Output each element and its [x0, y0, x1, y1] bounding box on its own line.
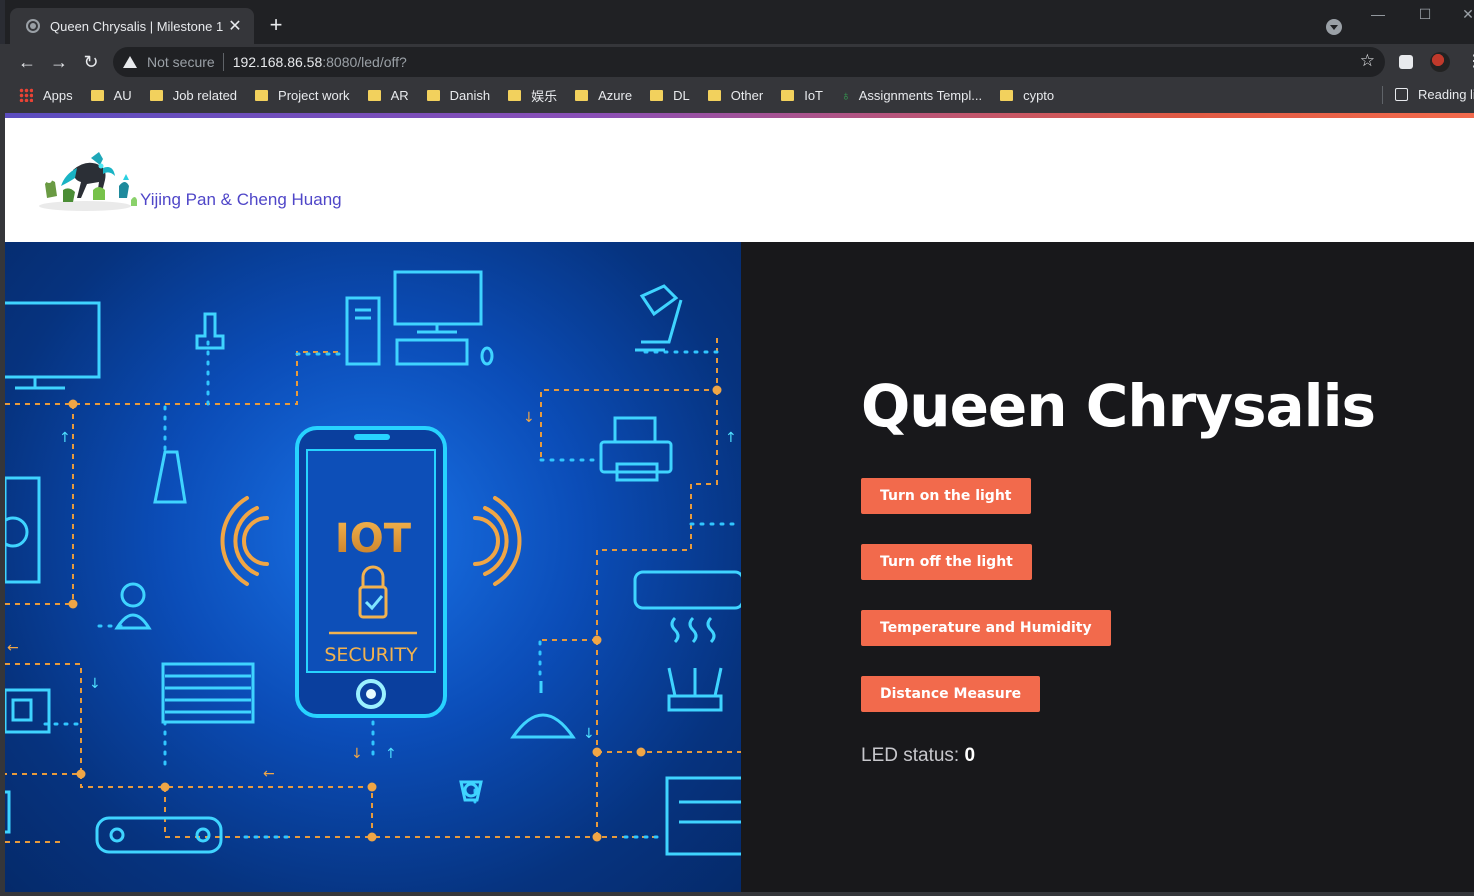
url-path[interactable]: :8080/led/off? — [322, 54, 407, 70]
temperature-humidity-button[interactable]: Temperature and Humidity — [861, 610, 1111, 646]
svg-text:↓: ↓ — [523, 410, 535, 426]
folder-icon — [508, 89, 522, 101]
bookmark-label: Azure — [598, 87, 633, 103]
bookmark-project-work[interactable]: Project work — [255, 88, 350, 103]
turn-off-light-button[interactable]: Turn off the light — [861, 544, 1032, 580]
folder-icon — [1000, 89, 1014, 101]
bookmark-item-6[interactable]: 娱乐 — [508, 86, 557, 105]
security-label[interactable]: Not secure — [147, 54, 215, 70]
navbar-brand[interactable]: Yijing Pan & Cheng Huang — [33, 150, 342, 212]
bookmark-cypto[interactable]: cypto — [1000, 88, 1054, 103]
folder-icon — [149, 89, 163, 101]
bookmark-label: cypto — [1023, 87, 1055, 103]
distance-measure-button[interactable]: Distance Measure — [861, 676, 1041, 712]
bookmark-label: Danish — [449, 87, 491, 103]
bookmark-danish[interactable]: Danish — [426, 87, 491, 103]
back-button[interactable]: ← — [15, 50, 39, 74]
site-header: Yijing Pan & Cheng Huang — [5, 118, 1474, 242]
address-bar[interactable]: Not secure 192.168.86.58:8080/led/off? ☆ — [113, 47, 1385, 77]
folder-icon — [367, 89, 381, 101]
turn-on-light-button[interactable]: Turn on the light — [861, 478, 1031, 514]
bookmark-label: AU — [113, 87, 132, 103]
maximize-button[interactable]: ☐ — [1415, 6, 1435, 23]
tab-active[interactable]: Queen Chrysalis | Milestone 1 ✕ — [10, 8, 254, 44]
browser-toolbar: ← → ↻ Not secure 192.168.86.58:8080/led/… — [0, 44, 1474, 80]
bookmarks-divider — [1382, 86, 1383, 104]
leaf-icon: ♁ — [841, 87, 851, 103]
reading-list-button[interactable]: Reading list — [1395, 87, 1474, 102]
bookmark-label: Apps — [43, 87, 73, 103]
bookmark-ar[interactable]: AR — [367, 87, 409, 103]
iot-security-illustration: IOT SECURITY ↑ ↑ ↓ ↓ ↓ ↑ ↓ ← ← — [5, 242, 741, 892]
bookmarks-bar: Apps AU Job related Project work AR Danish 娱乐 A… — [0, 80, 1474, 110]
close-window-button[interactable]: ✕ — [1458, 6, 1474, 23]
bookmark-star-icon[interactable]: ☆ — [1360, 51, 1375, 71]
bookmark-label: Project work — [278, 87, 350, 103]
bookmark-other[interactable]: Other — [707, 87, 764, 103]
hero-content: Queen Chrysalis Turn on the light Turn o… — [861, 242, 1461, 892]
svg-text:↑: ↑ — [725, 430, 737, 446]
hero-section: IOT SECURITY ↑ ↑ ↓ ↓ ↓ ↑ ↓ ← ← Queen Chr… — [5, 242, 1474, 892]
svg-text:↓: ↓ — [351, 746, 363, 762]
bookmark-azure[interactable]: Azure — [575, 88, 632, 103]
bookmark-au[interactable]: AU — [90, 87, 132, 103]
bookmark-job-related[interactable]: Job related — [149, 87, 238, 103]
apps-grid-icon — [19, 88, 33, 102]
url-host[interactable]: 192.168.86.58 — [233, 54, 323, 70]
reload-button[interactable]: ↻ — [79, 50, 103, 74]
bookmark-label: Job related — [172, 87, 238, 103]
folder-icon — [707, 89, 721, 101]
forward-button[interactable]: → — [47, 50, 71, 74]
iot-circuit-graphic: IOT SECURITY ↑ ↑↓ ↓↓ ↑ ↓←← — [5, 270, 741, 856]
bookmark-iot[interactable]: IoT — [781, 88, 823, 103]
folder-icon — [650, 89, 664, 101]
svg-text:↓: ↓ — [89, 676, 101, 692]
iot-label: IOT — [335, 516, 412, 562]
tab-close-icon[interactable]: ✕ — [226, 16, 244, 36]
minimize-button[interactable]: — — [1368, 6, 1388, 22]
security-label-graphic: SECURITY — [324, 644, 418, 666]
tab-title: Queen Chrysalis | Milestone 1 — [50, 18, 224, 34]
folder-icon — [781, 89, 795, 101]
led-status: LED status: 0 — [861, 745, 975, 767]
browser-menu-icon[interactable]: ⋮ — [1466, 51, 1474, 70]
svg-text:←: ← — [7, 640, 19, 656]
hero-title: Queen Chrysalis — [861, 372, 1376, 440]
extensions-puzzle-icon[interactable] — [1399, 55, 1413, 69]
reading-list-label: Reading list — [1418, 87, 1474, 102]
svg-text:↑: ↑ — [385, 746, 397, 762]
bookmark-label: IoT — [804, 87, 824, 103]
bookmark-apps[interactable]: Apps — [19, 88, 73, 103]
bookmark-label: Assignments Templ... — [858, 87, 983, 103]
globe-icon — [26, 19, 40, 33]
bookmark-label: Other — [730, 87, 764, 103]
window-edge — [0, 0, 5, 44]
folder-icon — [90, 89, 104, 101]
bookmark-assignments-templ[interactable]: ♁ Assignments Templ... — [841, 88, 982, 103]
svg-text:↓: ↓ — [583, 726, 595, 742]
folder-icon — [575, 89, 589, 101]
folder-icon — [426, 89, 440, 101]
bookmark-label: DL — [673, 87, 690, 103]
brand-name: Yijing Pan & Cheng Huang — [140, 190, 342, 209]
omnibox-divider — [222, 53, 224, 71]
svg-text:↑: ↑ — [59, 430, 71, 446]
bookmark-label: 娱乐 — [531, 88, 558, 104]
bookmark-dl[interactable]: DL — [650, 88, 690, 103]
bookmark-label: AR — [390, 87, 409, 103]
pony-logo-icon — [39, 152, 137, 211]
profile-avatar[interactable] — [1430, 52, 1450, 72]
reading-list-icon — [1395, 88, 1408, 101]
warning-icon[interactable] — [123, 56, 137, 68]
svg-text:←: ← — [263, 766, 275, 782]
tab-search-icon[interactable] — [1326, 19, 1342, 35]
new-tab-button[interactable]: + — [264, 14, 288, 36]
tab-strip: Queen Chrysalis | Milestone 1 ✕ + — ☐ ✕ — [0, 0, 1474, 44]
web-page: Yijing Pan & Cheng Huang IOT SECURITY ↑ … — [5, 113, 1474, 892]
browser-window: Queen Chrysalis | Milestone 1 ✕ + — ☐ ✕ … — [0, 0, 1474, 896]
led-status-value: 0 — [964, 745, 976, 766]
folder-icon — [255, 89, 269, 101]
led-status-label: LED status: — [861, 745, 965, 766]
